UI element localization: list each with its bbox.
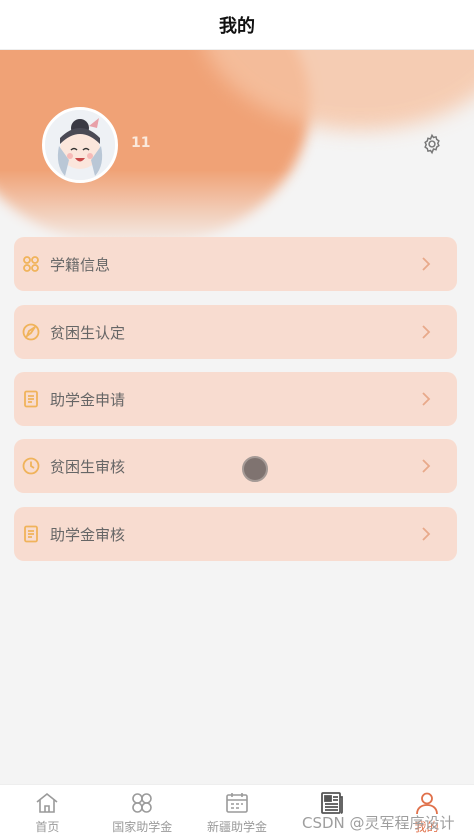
chevron-right-icon — [418, 526, 434, 542]
tab-xinjiang-grant[interactable]: 新疆助学金 — [190, 785, 285, 840]
watermark: CSDN @灵军程序设计 — [302, 814, 455, 832]
tab-national-grant[interactable]: 国家助学金 — [95, 785, 190, 840]
document-icon — [22, 525, 40, 543]
touch-indicator — [242, 456, 268, 482]
page-title: 我的 — [219, 15, 255, 37]
menu-label: 贫困生审核 — [50, 458, 126, 476]
menu-item-grant-application[interactable]: 助学金申请 — [14, 372, 457, 426]
tab-label: 国家助学金 — [112, 820, 173, 834]
menu-label: 学籍信息 — [50, 256, 111, 274]
calendar-icon — [226, 793, 248, 813]
tab-home[interactable]: 首页 — [0, 785, 95, 840]
menu-item-poverty-review[interactable]: 贫困生审核 — [14, 439, 457, 493]
home-icon — [36, 792, 58, 813]
document-icon — [22, 390, 40, 408]
menu-item-student-status[interactable]: 学籍信息 — [14, 237, 457, 291]
username: 11 — [131, 135, 151, 151]
menu-item-poverty-certification[interactable]: 贫困生认定 — [14, 305, 457, 359]
edit-circle-icon — [22, 323, 40, 341]
grid-icon — [22, 255, 40, 273]
tab-label: 新疆助学金 — [206, 820, 267, 834]
avatar[interactable] — [42, 107, 118, 183]
menu-label: 助学金审核 — [50, 526, 126, 544]
chevron-right-icon — [418, 324, 434, 340]
menu-item-grant-review[interactable]: 助学金审核 — [14, 507, 457, 561]
clover-icon — [132, 793, 152, 813]
chevron-right-icon — [418, 256, 434, 272]
menu-label: 贫困生认定 — [50, 324, 126, 342]
gear-icon[interactable] — [421, 133, 443, 155]
tab-label: 首页 — [35, 820, 60, 834]
chevron-right-icon — [418, 391, 434, 407]
top-bar: 我的 — [0, 0, 474, 50]
clock-icon — [22, 457, 40, 475]
chevron-right-icon — [418, 458, 434, 474]
menu-label: 助学金申请 — [50, 391, 126, 409]
